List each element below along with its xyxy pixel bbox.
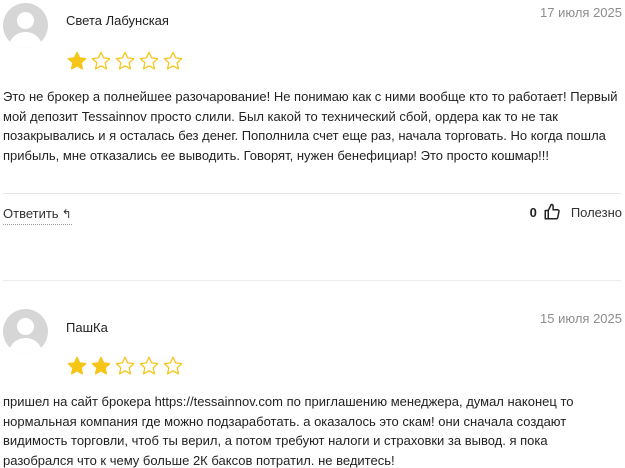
helpful-count: 0 bbox=[529, 204, 537, 220]
review-author: Света Лабунская bbox=[66, 13, 169, 28]
rating-stars bbox=[66, 355, 184, 377]
thumbs-up-icon[interactable] bbox=[543, 203, 561, 221]
divider bbox=[3, 193, 621, 194]
rating-stars bbox=[66, 50, 184, 72]
star-empty-icon bbox=[163, 356, 183, 375]
review-author: ПашКа bbox=[66, 320, 108, 335]
helpful-section: 0 Полезно bbox=[530, 203, 622, 221]
star-empty-icon bbox=[163, 51, 183, 70]
star-filled-icon bbox=[67, 356, 87, 375]
star-empty-icon bbox=[115, 356, 135, 375]
star-empty-icon bbox=[115, 51, 135, 70]
star-filled-icon bbox=[91, 356, 111, 375]
user-avatar-icon bbox=[3, 309, 48, 354]
user-avatar-icon bbox=[3, 3, 48, 48]
reply-arrow-icon: ↰ bbox=[61, 207, 72, 221]
review-date: 15 июля 2025 bbox=[540, 311, 622, 326]
star-empty-icon bbox=[139, 51, 159, 70]
reply-button[interactable]: Ответить ↰ bbox=[3, 206, 72, 225]
star-filled-icon bbox=[67, 51, 87, 70]
star-empty-icon bbox=[139, 356, 159, 375]
review-text: Это не брокер а полнейшее разочарование!… bbox=[3, 89, 618, 163]
star-empty-icon bbox=[91, 51, 111, 70]
reply-label: Ответить bbox=[3, 206, 59, 221]
review-separator bbox=[3, 280, 621, 281]
review-date: 17 июля 2025 bbox=[540, 5, 622, 20]
helpful-label: Полезно bbox=[570, 204, 622, 220]
review-text: пришел на сайт брокера https://tessainno… bbox=[3, 394, 574, 468]
